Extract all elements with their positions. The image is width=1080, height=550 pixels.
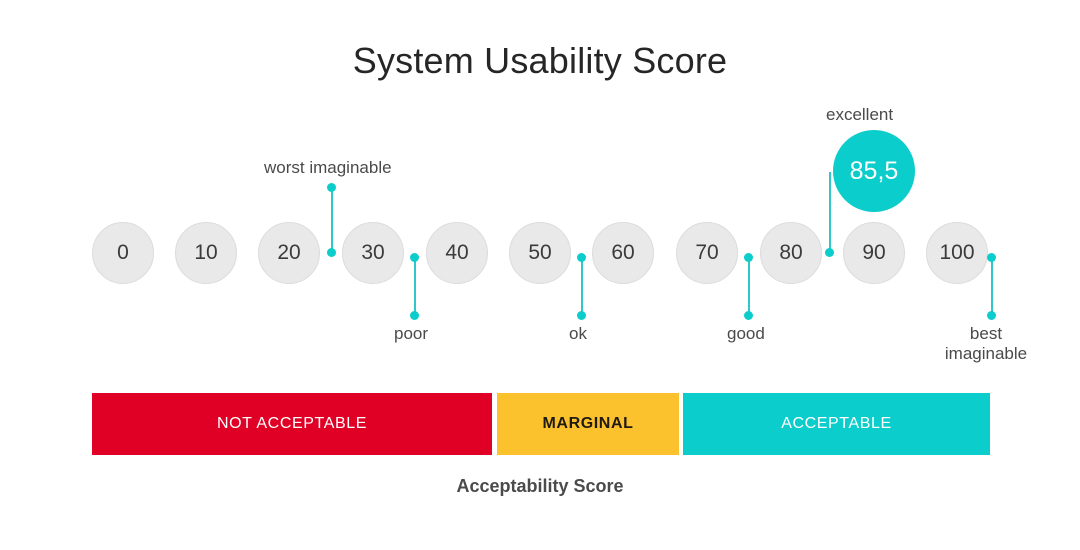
connector-line-score: [829, 172, 831, 252]
connector-dot-top-best-imaginable: [987, 253, 996, 262]
scale-circle-label: 100: [939, 241, 975, 264]
connector-dot-bottom-best-imaginable: [987, 311, 996, 320]
acceptability-caption: Acceptability Score: [456, 476, 624, 496]
acceptability-bar: NOT ACCEPTABLE MARGINAL ACCEPTABLE: [92, 393, 990, 455]
score-rating-label: excellent: [826, 105, 894, 124]
bar-segment-not-acceptable: NOT ACCEPTABLE: [92, 393, 492, 455]
connector-dot-bottom-worst-imaginable: [327, 248, 336, 257]
bar-segment-label: ACCEPTABLE: [781, 415, 892, 432]
scale-circle-0: 0: [92, 222, 154, 284]
connector-line-poor: [414, 258, 416, 315]
scale-circle-40: 40: [426, 222, 488, 284]
scale-circle-label: 20: [277, 241, 301, 264]
scale-circle-50: 50: [509, 222, 571, 284]
connector-line-best-imaginable: [991, 258, 993, 315]
scale-circle-60: 60: [592, 222, 654, 284]
scale-circle-100: 100: [926, 222, 988, 284]
score-value: 85,5: [849, 156, 899, 185]
scale-circle-90: 90: [843, 222, 905, 284]
callout-label-good: good: [727, 324, 765, 343]
connector-dot-top-poor: [410, 253, 419, 262]
connector-dot-score: [825, 248, 834, 257]
score-bubble: 85,5: [833, 130, 915, 212]
connector-line-worst-imaginable: [331, 187, 333, 253]
scale-circle-label: 80: [779, 241, 803, 264]
connector-dot-top-worst-imaginable: [327, 183, 336, 192]
page-title: System Usability Score: [352, 40, 728, 81]
callout-label-best-imaginable: best imaginable: [944, 324, 1028, 363]
callout-label-poor: poor: [394, 324, 429, 343]
scale-circle-80: 80: [760, 222, 822, 284]
connector-dot-top-good: [744, 253, 753, 262]
scale-circle-10: 10: [175, 222, 237, 284]
bar-segment-label: NOT ACCEPTABLE: [216, 415, 368, 432]
connector-line-good: [748, 258, 750, 315]
scale-circle-label: 60: [611, 241, 635, 264]
scale-circle-30: 30: [342, 222, 404, 284]
connector-dot-bottom-ok: [577, 311, 586, 320]
connector-line-ok: [581, 258, 583, 315]
bar-segment-marginal: MARGINAL: [497, 393, 679, 455]
infographic-canvas: System Usability Score 0 10 20 30 40 50 …: [0, 0, 1080, 550]
connector-dot-top-ok: [577, 253, 586, 262]
bar-segment-acceptable: ACCEPTABLE: [683, 393, 990, 455]
scale-circle-label: 50: [528, 241, 552, 264]
bar-segment-label: MARGINAL: [542, 415, 634, 432]
callout-label-worst-imaginable: worst imaginable: [264, 158, 392, 177]
scale-circle-label: 40: [445, 241, 469, 264]
scale-circle-label: 70: [695, 241, 719, 264]
connector-dot-bottom-good: [744, 311, 753, 320]
callout-label-ok: ok: [569, 324, 587, 343]
scale-circle-70: 70: [676, 222, 738, 284]
scale-circle-label: 30: [361, 241, 385, 264]
scale-circle-label: 90: [862, 241, 886, 264]
scale-circle-label: 0: [117, 241, 129, 264]
connector-dot-bottom-poor: [410, 311, 419, 320]
scale-circle-label: 10: [194, 241, 218, 264]
scale-circle-20: 20: [258, 222, 320, 284]
